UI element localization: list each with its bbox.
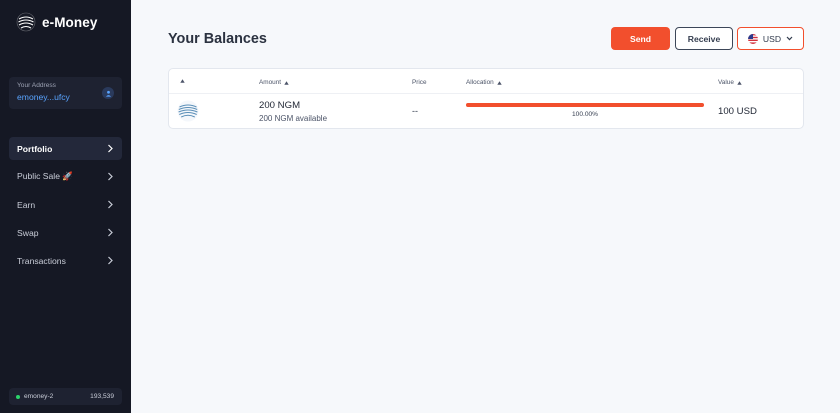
chevron-right-icon <box>108 228 113 237</box>
address-card[interactable]: Your Address emoney...ufcy <box>9 77 122 109</box>
sidebar-item-label: Swap <box>17 227 39 238</box>
chevron-down-icon <box>786 36 793 41</box>
block-height: 193,539 <box>90 393 114 400</box>
sidebar-item-swap[interactable]: Swap <box>9 221 122 244</box>
sidebar-item-public-sale[interactable]: Public Sale 🚀 <box>9 165 122 188</box>
online-status-dot <box>16 394 20 399</box>
sidebar-item-transactions[interactable]: Transactions <box>9 249 122 272</box>
e-money-logo-icon <box>16 12 36 32</box>
header-divider <box>169 93 803 94</box>
chain-id: emoney-2 <box>24 393 54 400</box>
allocation-percent: 100.00% <box>571 111 599 118</box>
column-header-price: Price <box>412 79 427 86</box>
sidebar: e-Money Your Address emoney...ufcy Portf… <box>0 0 131 413</box>
column-header-amount[interactable]: Amount <box>259 79 289 86</box>
sort-up-icon <box>180 79 185 83</box>
balance-value: 100 USD <box>718 106 757 117</box>
logo-text: e-Money <box>42 14 98 30</box>
receive-button[interactable]: Receive <box>675 27 733 50</box>
allocation-bar-fill <box>466 103 704 107</box>
chevron-right-icon <box>108 200 113 209</box>
us-flag-icon <box>747 33 758 44</box>
token-price: -- <box>412 106 418 116</box>
balances-table: Amount Price Allocation Value 200 NGM 20… <box>168 68 804 129</box>
network-status: emoney-2 193,539 <box>9 388 122 405</box>
user-icon[interactable] <box>102 87 114 99</box>
balance-amount: 200 NGM <box>259 100 301 111</box>
sidebar-nav: Portfolio Public Sale 🚀 Earn Swap Transa… <box>9 137 122 277</box>
page-title: Your Balances <box>168 31 267 47</box>
allocation-bar <box>466 103 704 107</box>
column-header-value[interactable]: Value <box>718 79 742 86</box>
sidebar-item-label: Transactions <box>17 255 66 266</box>
column-header-token[interactable] <box>177 79 185 83</box>
chevron-right-icon <box>108 256 113 265</box>
sidebar-item-portfolio[interactable]: Portfolio <box>9 137 122 160</box>
main-content: Your Balances Send Receive USD Amount Pr… <box>131 0 840 413</box>
chevron-right-icon <box>108 172 113 181</box>
ngm-token-icon <box>177 100 199 122</box>
sort-up-icon <box>284 80 289 85</box>
chevron-right-icon <box>108 144 113 153</box>
balance-available: 200 NGM available <box>259 114 328 123</box>
sidebar-item-label: Earn <box>17 199 36 210</box>
currency-label: USD <box>762 33 782 44</box>
column-header-allocation[interactable]: Allocation <box>466 79 502 86</box>
send-button[interactable]: Send <box>611 27 670 50</box>
currency-select[interactable]: USD <box>737 27 804 50</box>
sidebar-item-label: Portfolio <box>17 143 53 154</box>
sort-up-icon <box>497 80 502 85</box>
logo[interactable]: e-Money <box>16 12 97 32</box>
sidebar-item-label: Public Sale 🚀 <box>17 171 74 181</box>
sidebar-item-earn[interactable]: Earn <box>9 193 122 216</box>
sort-up-icon <box>737 80 742 85</box>
